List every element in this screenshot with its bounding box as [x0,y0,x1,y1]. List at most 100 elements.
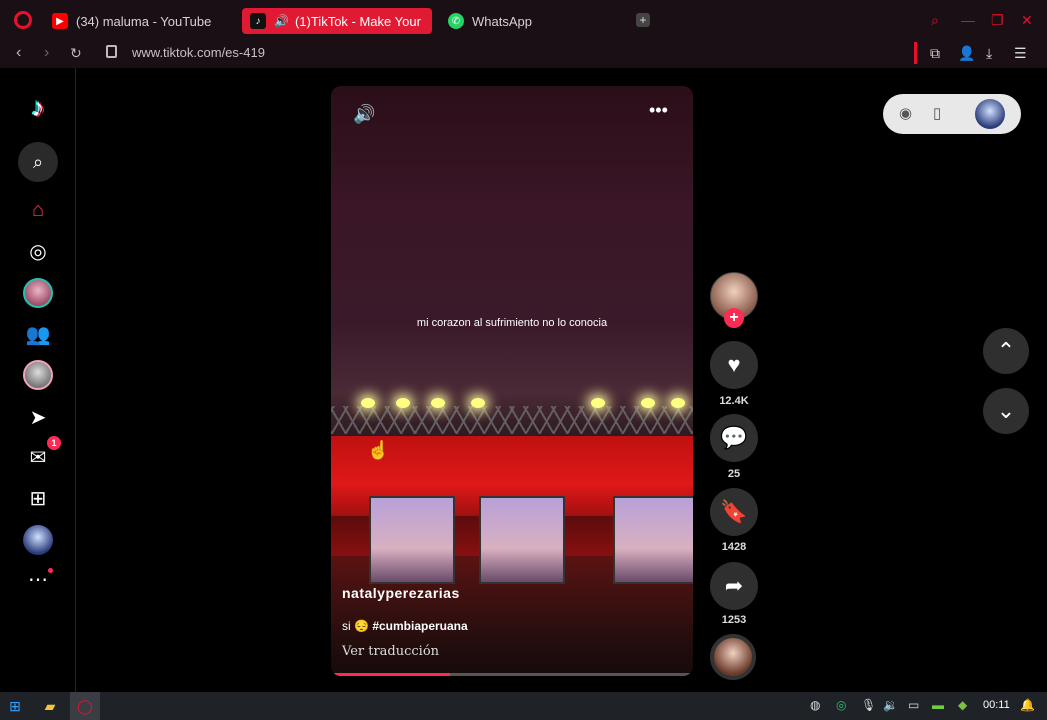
comment-button[interactable]: 💬 [710,414,758,462]
like-count: 12.4K [719,395,749,407]
screen: ▶ (34) maluma - YouTube ♪ 🔊 (1)TikTok - … [0,0,1047,720]
share-button[interactable]: ➦ [710,562,758,610]
opera-taskbar-icon[interactable]: ◯ [76,697,94,715]
like-button[interactable]: ♥ [710,341,758,389]
stage-screen [613,496,693,584]
video-description: si 😔 #cumbiaperuana [342,619,468,633]
new-tab-button[interactable]: + [636,13,650,27]
video-progress-fill [331,673,451,676]
profile-icon[interactable]: 👤 [958,45,975,62]
maximize-button[interactable]: ❐ [991,12,1004,29]
reload-button[interactable]: ↻ [70,45,82,62]
search-tabs-icon[interactable]: ⌕ [931,12,939,29]
video-author[interactable]: natalyperezarias [342,585,460,601]
floating-controls: ◉ ▯ [883,94,1021,134]
lock-icon [106,45,117,58]
share-count: 1253 [721,614,747,626]
video-caption: mi corazon al sufrimiento no lo conocia [416,317,608,329]
hashtag-link[interactable]: #cumbiaperuana [372,619,467,633]
more-options-icon[interactable]: ••• [649,100,668,121]
video-player[interactable]: 🔊 ••• mi corazon al sufrimiento no lo co… [331,86,693,676]
stage-light [431,398,445,408]
menu-icon[interactable]: ☰ [1014,45,1027,62]
heart-icon: ♥ [727,352,741,377]
video-progress-bar[interactable] [331,673,693,676]
file-explorer-icon[interactable]: ▰ [41,697,59,715]
tab-whatsapp[interactable]: ✆ WhatsApp [440,8,620,34]
chevron-up-icon: ⌃ [996,338,1016,363]
live-avatar[interactable] [23,360,53,390]
back-button[interactable]: ‹ [16,44,21,62]
mouse-cursor-icon: ☝ [367,440,390,460]
share-icon: ➦ [724,573,744,598]
notifications-icon[interactable]: 🔔 [1020,698,1035,712]
tray-app-icon[interactable]: ◍ [810,698,820,712]
minimize-button[interactable]: — [961,12,975,28]
more-icon[interactable]: ⋯ [23,564,53,594]
stage-light [396,398,410,408]
stage-light [671,398,685,408]
address-bar: ‹ › ↻ www.tiktok.com/es-419 [0,40,1047,68]
stage-light [641,398,655,408]
stage-screen [479,496,565,584]
friends-icon[interactable]: 👥 [23,319,53,349]
tray-status-icon[interactable]: ◎ [836,698,846,712]
tiktok-icon: ♪ [250,13,266,29]
youtube-icon: ▶ [52,13,68,29]
tiktok-logo-icon[interactable]: ♪ [23,92,53,122]
battery-icon[interactable]: ▬ [932,698,944,712]
save-count: 1428 [721,541,747,553]
description-prefix: si [342,619,351,633]
clock[interactable]: 00:11 [983,699,1010,711]
windows-start-icon[interactable]: ⊞ [6,697,24,715]
device-icon[interactable]: ▯ [933,104,941,122]
stage-truss [331,406,693,434]
download-icon[interactable]: ⤓ [986,45,992,62]
description-emoji: 😔 [354,619,369,633]
notification-badge: 1 [47,436,61,450]
chevron-down-icon: ⌄ [996,398,1016,423]
network-icon[interactable]: ▭ [908,698,919,712]
explore-icon[interactable]: ◎ [23,236,53,266]
browser-tab-bar: ▶ (34) maluma - YouTube ♪ 🔊 (1)TikTok - … [0,0,1047,40]
messages-send-icon[interactable]: ➤ [23,402,53,432]
previous-video-button[interactable]: ⌃ [983,328,1029,374]
tab-tiktok[interactable]: ♪ 🔊 (1)TikTok - Make Your [242,8,432,34]
inbox-icon[interactable]: ✉ 1 [23,436,61,472]
speaker-icon[interactable]: 🔊 [274,14,289,28]
whatsapp-icon: ✆ [448,13,464,29]
search-button[interactable]: ⌕ [18,142,58,182]
follow-button[interactable]: + [724,308,744,328]
stage-light [471,398,485,408]
forward-button[interactable]: › [44,44,49,62]
opera-logo-icon[interactable] [14,11,32,29]
comment-count: 25 [727,468,741,480]
microphone-icon[interactable]: 🎙 [861,698,876,712]
volume-tray-icon[interactable]: 🔉 [883,698,898,712]
opera-sidebar-marker [914,42,917,64]
pill-profile-avatar[interactable] [975,99,1005,129]
following-avatar[interactable] [23,278,53,308]
music-disc[interactable] [710,634,756,680]
close-button[interactable]: ✕ [1021,12,1033,29]
stage-light [361,398,375,408]
tab-label: (34) maluma - YouTube [76,13,212,29]
profile-avatar[interactable] [23,525,53,555]
next-video-button[interactable]: ⌄ [983,388,1029,434]
url-field[interactable]: www.tiktok.com/es-419 [132,45,265,60]
comment-icon: 💬 [720,425,748,450]
bookmark-icon: 🔖 [720,499,748,524]
translate-link[interactable]: Ver traducción [342,644,439,659]
save-button[interactable]: 🔖 [710,488,758,536]
stage-light [591,398,605,408]
nvidia-icon[interactable]: ◆ [958,698,967,712]
volume-icon[interactable]: 🔊 [353,104,375,125]
home-icon[interactable]: ⌂ [23,195,53,225]
tab-youtube[interactable]: ▶ (34) maluma - YouTube [44,8,234,34]
pip-icon[interactable]: ◉ [899,104,912,122]
upload-icon[interactable]: ⊞ [23,483,53,513]
extensions-icon[interactable]: ⧉ [930,45,940,62]
windows-taskbar: ⊞ ▰ ◯ ◍ ◎ 🎙 🔉 ▭ ▬ ◆ 00:11 🔔 [0,692,1047,720]
tab-label: (1)TikTok - Make Your [294,13,421,29]
more-dot [48,568,53,573]
